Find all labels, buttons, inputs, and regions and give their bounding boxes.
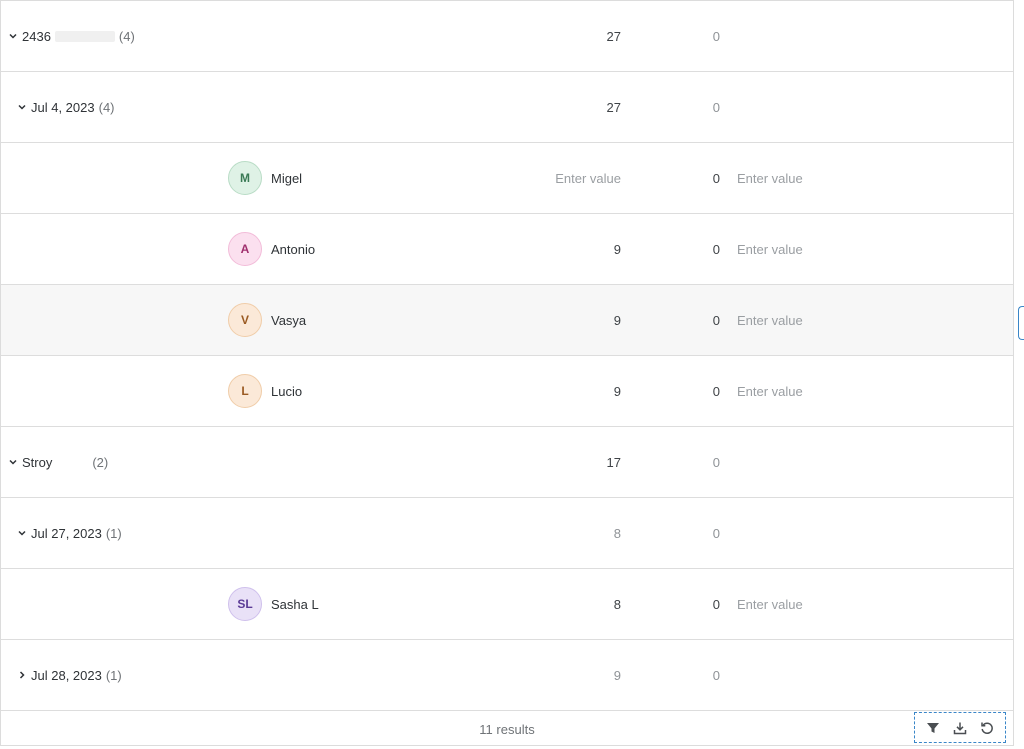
hours-input[interactable]: 9 bbox=[521, 285, 621, 355]
hours-input[interactable]: 8 bbox=[521, 569, 621, 639]
person-name: Sasha L bbox=[271, 596, 319, 612]
group-count: (4) bbox=[98, 99, 115, 115]
overtime-cell: 0 bbox=[631, 285, 720, 355]
chevron-down-icon[interactable] bbox=[8, 457, 18, 467]
value-input[interactable]: Enter value bbox=[737, 569, 803, 639]
avatar: SL bbox=[228, 587, 262, 621]
person-cell: V Vasya bbox=[228, 285, 306, 355]
grid-toolbar bbox=[914, 712, 1006, 743]
group-row[interactable]: Stroy (2) 17 0 bbox=[1, 427, 1013, 498]
avatar: M bbox=[228, 161, 262, 195]
vertical-scrollbar-track[interactable] bbox=[1014, 0, 1024, 749]
avatar: A bbox=[228, 232, 262, 266]
chevron-right-icon[interactable] bbox=[17, 670, 27, 680]
value-input[interactable]: Enter value bbox=[737, 214, 803, 284]
person-name: Migel bbox=[271, 170, 303, 186]
overtime-cell: 0 bbox=[712, 99, 720, 115]
group-label: Jul 28, 2023 bbox=[31, 667, 102, 683]
chevron-down-icon[interactable] bbox=[17, 102, 27, 112]
person-name: Lucio bbox=[271, 383, 303, 399]
person-cell: SL Sasha L bbox=[228, 569, 319, 639]
overtime-cell: 0 bbox=[712, 383, 720, 399]
table-row[interactable]: SL Sasha L 8 0 Enter value bbox=[1, 569, 1013, 640]
group-label: Jul 4, 2023 bbox=[31, 99, 95, 115]
reset-button[interactable] bbox=[976, 717, 998, 739]
overtime-cell: 0 bbox=[712, 454, 720, 470]
hours-cell: 27 bbox=[606, 99, 621, 115]
chevron-down-icon[interactable] bbox=[17, 528, 27, 538]
value-input[interactable]: Enter value bbox=[737, 143, 803, 213]
filter-button[interactable] bbox=[922, 717, 944, 739]
grid-footer: 11 results bbox=[1, 711, 1013, 745]
group-count: (2) bbox=[92, 454, 109, 470]
group-label: 2436 bbox=[22, 28, 51, 44]
person-name: Antonio bbox=[271, 241, 316, 257]
vertical-scrollbar-thumb[interactable] bbox=[1018, 306, 1024, 340]
table-row[interactable]: M Migel Enter value 0 Enter value bbox=[1, 143, 1013, 214]
person-cell: M Migel bbox=[228, 143, 302, 213]
hours-input[interactable]: Enter value bbox=[521, 143, 621, 213]
group-toggle[interactable]: 2436 (4) bbox=[8, 1, 135, 71]
group-toggle[interactable]: Jul 4, 2023 (4) bbox=[17, 72, 115, 142]
redacted-text bbox=[54, 30, 115, 42]
hours-cell: 9 bbox=[613, 667, 621, 683]
value-input[interactable]: Enter value bbox=[737, 356, 803, 426]
filter-icon bbox=[926, 722, 939, 733]
overtime-cell: 0 bbox=[712, 667, 720, 683]
group-row[interactable]: Jul 4, 2023 (4) 27 0 bbox=[1, 72, 1013, 143]
group-toggle[interactable]: Stroy (2) bbox=[8, 427, 108, 497]
redacted-text bbox=[52, 457, 88, 468]
person-cell: A Antonio bbox=[228, 214, 315, 284]
hours-input[interactable]: 9 bbox=[521, 214, 621, 284]
overtime-cell: 0 bbox=[712, 170, 720, 186]
value-input[interactable]: Enter value bbox=[737, 285, 803, 355]
group-row[interactable]: 2436 (4) 27 0 bbox=[1, 1, 1013, 72]
hours-input[interactable]: 9 bbox=[521, 356, 621, 426]
group-count: (1) bbox=[105, 667, 122, 683]
group-count: (4) bbox=[118, 28, 135, 44]
avatar: L bbox=[228, 374, 262, 408]
download-icon bbox=[953, 722, 967, 734]
overtime-cell: 0 bbox=[712, 525, 720, 541]
group-toggle[interactable]: Jul 28, 2023 (1) bbox=[17, 640, 122, 710]
results-count: 11 results bbox=[479, 721, 535, 737]
overtime-cell: 0 bbox=[712, 241, 720, 257]
group-label: Jul 27, 2023 bbox=[31, 525, 102, 541]
table-row[interactable]: V Vasya 9 0 Enter value bbox=[1, 285, 1013, 356]
avatar: V bbox=[228, 303, 262, 337]
group-count: (1) bbox=[105, 525, 122, 541]
hours-cell: 27 bbox=[606, 28, 621, 44]
person-name: Vasya bbox=[271, 312, 307, 328]
group-row[interactable]: Jul 28, 2023 (1) 9 0 bbox=[1, 640, 1013, 711]
table-row[interactable]: A Antonio 9 0 Enter value bbox=[1, 214, 1013, 285]
table-row[interactable]: L Lucio 9 0 Enter value bbox=[1, 356, 1013, 427]
group-label: Stroy bbox=[22, 454, 53, 470]
group-toggle[interactable]: Jul 27, 2023 (1) bbox=[17, 498, 122, 568]
overtime-cell: 0 bbox=[712, 596, 720, 612]
group-row[interactable]: Jul 27, 2023 (1) 8 0 bbox=[1, 498, 1013, 569]
reset-icon bbox=[981, 722, 994, 734]
chevron-down-icon[interactable] bbox=[8, 31, 18, 41]
download-button[interactable] bbox=[949, 717, 971, 739]
data-grid: 2436 (4) 27 0 Jul 4, 2023 (4) 27 0 M Migel Enter v… bbox=[0, 0, 1014, 746]
overtime-cell: 0 bbox=[712, 28, 720, 44]
person-cell: L Lucio bbox=[228, 356, 302, 426]
hours-cell: 17 bbox=[606, 454, 621, 470]
hours-cell: 8 bbox=[613, 525, 621, 541]
